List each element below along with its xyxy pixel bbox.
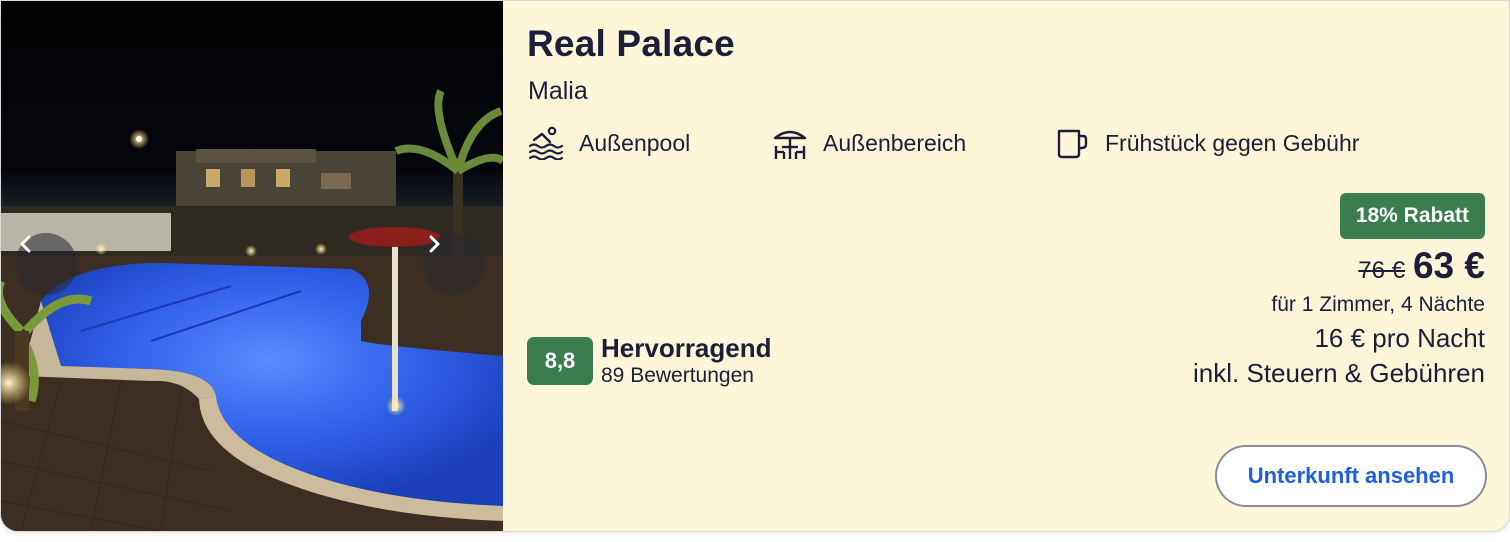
pool-icon — [527, 124, 565, 162]
chevron-left-icon — [20, 235, 31, 253]
rating-score-badge: 8,8 — [527, 337, 593, 385]
amenity-outdoor-pool: Außenpool — [527, 123, 690, 163]
taxes-note: inkl. Steuern & Gebühren — [1193, 358, 1485, 388]
chevron-right-icon — [429, 235, 440, 253]
hotel-location: Malia — [528, 77, 588, 105]
old-price: 76 € — [1358, 257, 1405, 284]
amenity-outdoor-area: Außenbereich — [771, 123, 966, 163]
hotel-card[interactable]: Real Palace Malia Außenpool Außenbereich… — [0, 0, 1510, 532]
amenity-label: Außenpool — [579, 129, 691, 156]
rating-block: 8,8 Hervorragend 89 Bewertungen — [527, 333, 772, 389]
amenity-breakfast: Frühstück gegen Gebühr — [1053, 123, 1359, 163]
view-property-button[interactable]: Unterkunft ansehen — [1215, 445, 1487, 507]
gallery-next-button[interactable] — [423, 233, 485, 295]
amenity-label: Außenbereich — [823, 129, 967, 156]
discount-badge: 18% Rabatt — [1339, 193, 1485, 239]
stay-details: für 1 Zimmer, 4 Nächte — [1271, 293, 1485, 316]
review-count: 89 Bewertungen — [601, 364, 754, 387]
amenity-label: Frühstück gegen Gebühr — [1105, 129, 1360, 156]
outdoor-area-icon — [771, 124, 809, 162]
coffee-cup-icon — [1053, 124, 1091, 162]
current-price: 63 € — [1412, 245, 1485, 286]
price-block: 18% Rabatt 76 € 63 € für 1 Zimmer, 4 Näc… — [1193, 193, 1485, 389]
gallery-prev-button[interactable] — [15, 233, 77, 295]
hotel-name[interactable]: Real Palace — [527, 23, 735, 65]
hotel-details: Real Palace Malia Außenpool Außenbereich… — [503, 1, 1509, 531]
price-per-night: 16 € pro Nacht — [1314, 323, 1485, 353]
rating-label: Hervorragend — [601, 333, 772, 363]
hotel-photo[interactable] — [1, 1, 503, 531]
